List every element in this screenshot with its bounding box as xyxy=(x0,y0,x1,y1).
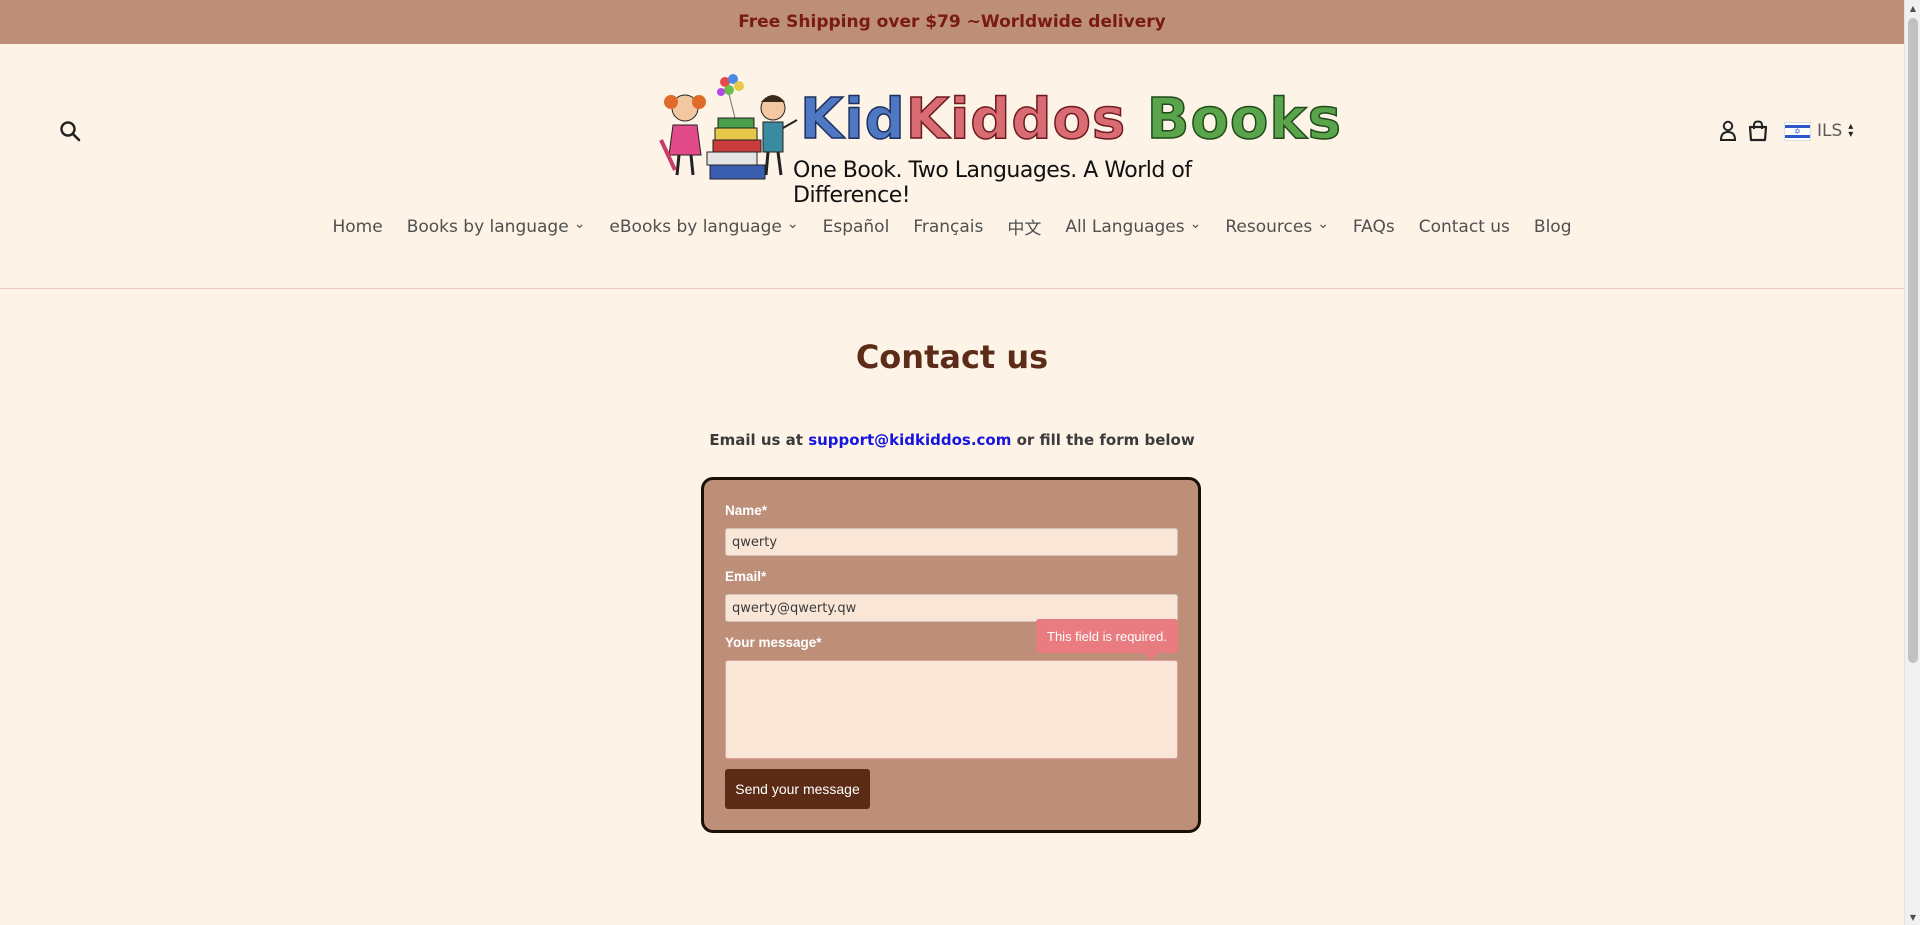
intro-prefix: Email us at xyxy=(709,431,809,449)
nav-item-español[interactable]: Español xyxy=(811,213,902,241)
nav-item-label: 中文 xyxy=(1007,219,1042,239)
main-navigation: Home Books by language ⌄ eBooks by language… xyxy=(0,210,1904,243)
announcement-text: Free Shipping over $79 ~Worldwide delive… xyxy=(738,12,1166,32)
logo-kids-illustration xyxy=(659,74,798,180)
contact-intro: Email us at support@kidkiddos.com or fil… xyxy=(0,431,1904,449)
scroll-down-icon[interactable]: ▼ xyxy=(1905,909,1920,925)
scroll-up-icon[interactable]: ▲ xyxy=(1905,0,1920,16)
nav-item-label: Home xyxy=(332,216,383,237)
account-icon xyxy=(1719,120,1737,141)
header-actions: ✡ ILS ▴ ▾ xyxy=(1716,117,1853,145)
nav-item-français[interactable]: Français xyxy=(901,213,995,241)
cart-icon xyxy=(1748,120,1768,142)
logo-word-kid: Kid xyxy=(799,87,906,152)
chevron-down-icon: ⌄ xyxy=(1317,215,1329,232)
currency-selector[interactable]: ✡ ILS ▴ ▾ xyxy=(1784,121,1853,141)
scrollbar-thumb[interactable] xyxy=(1908,18,1918,663)
site-logo[interactable]: KidKiddos Books One Book. Two Languages.… xyxy=(655,70,1342,208)
name-field[interactable]: qwerty xyxy=(725,528,1178,556)
email-field-value: qwerty@qwerty.qw xyxy=(732,600,857,616)
nav-item-all-languages[interactable]: All Languages ⌄ xyxy=(1053,213,1213,241)
announcement-bar: Free Shipping over $79 ~Worldwide delive… xyxy=(0,0,1904,44)
nav-item-label: Contact us xyxy=(1418,216,1510,237)
nav-item-label: Blog xyxy=(1533,216,1572,237)
nav-item-label: Books by language xyxy=(406,216,569,237)
message-label: Your message* xyxy=(725,635,822,650)
intro-suffix: or fill the form below xyxy=(1011,431,1195,449)
logo-word-kiddos: Kiddos xyxy=(905,87,1127,152)
nav-item-books-by-language[interactable]: Books by language ⌄ xyxy=(395,213,598,241)
header-divider xyxy=(0,288,1904,289)
nav-item-label: eBooks by language xyxy=(609,216,782,237)
contact-form: Name* qwerty Email* qwerty@qwerty.qw You… xyxy=(701,477,1201,833)
account-button[interactable] xyxy=(1716,117,1740,145)
name-field-value: qwerty xyxy=(732,534,778,550)
logo-wordmark: KidKiddos Books xyxy=(799,91,1342,149)
nav-item-ebooks-by-language[interactable]: eBooks by language ⌄ xyxy=(597,213,810,241)
vertical-scrollbar[interactable]: ▲ ▼ xyxy=(1904,0,1920,925)
support-email-link[interactable]: support@kidkiddos.com xyxy=(808,431,1011,449)
send-message-button[interactable]: Send your message xyxy=(725,769,870,809)
message-field[interactable] xyxy=(725,660,1178,759)
nav-item-label: Español xyxy=(822,216,890,237)
nav-item-label: All Languages xyxy=(1065,216,1185,237)
chevron-down-icon: ⌄ xyxy=(1189,215,1202,232)
nav-item-label: Français xyxy=(913,216,984,237)
nav-item-home[interactable]: Home xyxy=(321,213,395,241)
sort-caret-icon: ▴ ▾ xyxy=(1848,121,1854,140)
nav-item-中文[interactable]: 中文 xyxy=(995,210,1053,243)
cart-button[interactable] xyxy=(1746,117,1770,145)
email-label: Email* xyxy=(725,569,767,584)
nav-item-blog[interactable]: Blog xyxy=(1522,213,1584,241)
chevron-down-icon: ⌄ xyxy=(573,215,586,232)
chevron-down-icon: ⌄ xyxy=(786,215,799,232)
currency-code: ILS xyxy=(1817,121,1843,141)
nav-item-faqs[interactable]: FAQs xyxy=(1341,213,1407,241)
error-tooltip: This field is required. xyxy=(1036,619,1178,660)
search-button[interactable] xyxy=(56,117,84,145)
email-field[interactable]: qwerty@qwerty.qw xyxy=(725,594,1178,622)
name-label: Name* xyxy=(725,503,768,518)
search-icon xyxy=(60,121,81,142)
nav-item-label: Resources xyxy=(1225,216,1313,237)
nav-item-contact-us[interactable]: Contact us xyxy=(1407,213,1522,241)
nav-item-resources[interactable]: Resources ⌄ xyxy=(1213,213,1341,241)
israel-flag-icon: ✡ xyxy=(1784,121,1811,141)
page-title: Contact us xyxy=(855,338,1049,376)
logo-word-books: Books xyxy=(1146,87,1342,152)
logo-tagline: One Book. Two Languages. A World of Diff… xyxy=(793,158,1192,208)
nav-item-label: FAQs xyxy=(1352,216,1395,237)
